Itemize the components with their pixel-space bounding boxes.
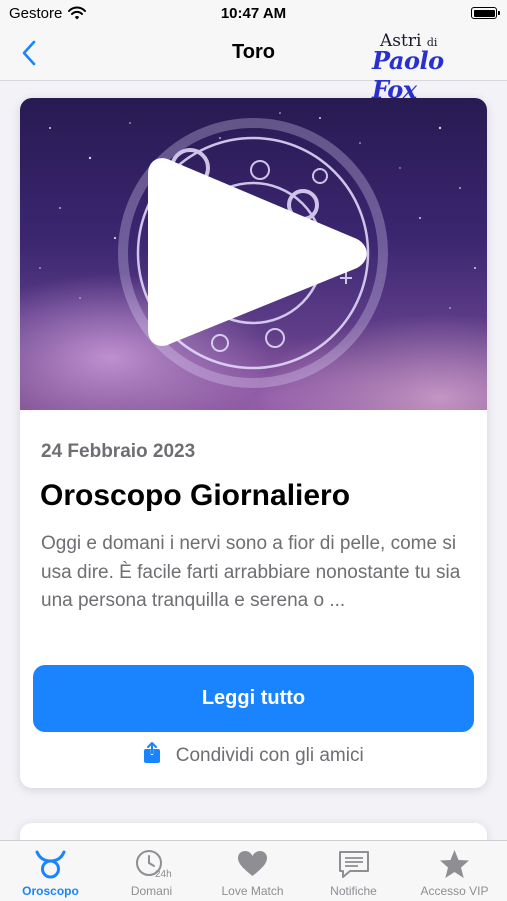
horoscope-card: 24 Febbraio 2023 Oroscopo Giornaliero Og…	[20, 98, 487, 788]
clock-time: 10:47 AM	[220, 5, 287, 22]
tab-label: Oroscopo	[22, 884, 79, 898]
card-title: Oroscopo Giornaliero	[40, 479, 351, 512]
status-bar: Gestore 10:47 AM	[0, 0, 507, 28]
share-icon	[143, 742, 161, 769]
tab-accesso-vip[interactable]: Accesso VIP	[404, 841, 505, 901]
read-more-button[interactable]: Leggi tutto	[33, 665, 474, 732]
battery-icon	[471, 7, 500, 19]
navigation-bar: Toro Astri di Paolo Fox	[0, 28, 507, 104]
tab-label: Notifiche	[330, 884, 377, 898]
tab-label: Accesso VIP	[420, 884, 489, 898]
clock-24h-icon: 24h	[101, 848, 202, 880]
tab-label: Domani	[130, 884, 173, 898]
video-thumbnail[interactable]	[20, 98, 487, 410]
taurus-icon	[0, 848, 101, 880]
tab-love-match[interactable]: Love Match	[202, 841, 303, 901]
astri-paolo-fox-logo: Astri di Paolo Fox	[372, 31, 444, 104]
tab-bar: Oroscopo 24h Domani Love Match Notifiche	[0, 840, 507, 901]
horoscope-date: 24 Febbraio 2023	[41, 441, 196, 462]
tab-oroscopo[interactable]: Oroscopo	[0, 841, 101, 901]
message-icon	[303, 848, 404, 880]
share-label: Condividi con gli amici	[175, 744, 364, 766]
tab-domani[interactable]: 24h Domani	[101, 841, 202, 901]
horoscope-excerpt: Oggi e domani i nervi sono a fior di pel…	[41, 533, 461, 611]
star-icon	[404, 848, 505, 880]
share-button[interactable]: Condividi con gli amici	[20, 742, 487, 769]
heart-icon	[202, 848, 303, 880]
tab-notifiche[interactable]: Notifiche	[303, 841, 404, 901]
play-icon	[148, 158, 367, 346]
tab-label: Love Match	[221, 884, 284, 898]
svg-text:24h: 24h	[155, 869, 172, 880]
